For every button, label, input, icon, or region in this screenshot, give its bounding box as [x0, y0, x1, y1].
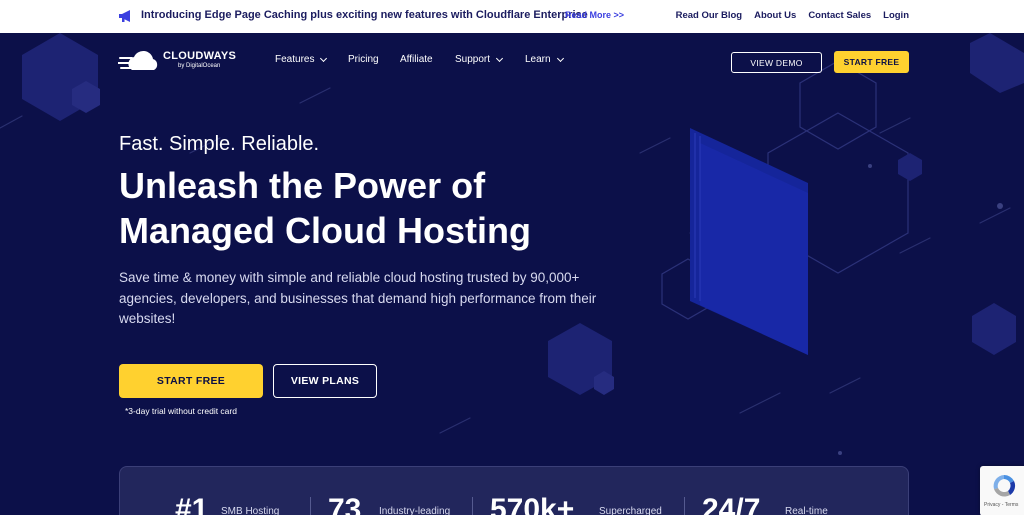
top-links: Read Our Blog About Us Contact Sales Log…: [676, 10, 909, 21]
contact-sales-link[interactable]: Contact Sales: [808, 10, 871, 21]
stat-label: Industry-leading: [379, 506, 451, 515]
start-free-button[interactable]: START FREE: [119, 364, 263, 398]
nav-learn-label: Learn: [525, 54, 551, 65]
stat-divider: [310, 497, 311, 515]
nav-affiliate-label: Affiliate: [400, 54, 433, 65]
brand-byline: by DigitalOcean: [178, 63, 221, 69]
nav-pricing[interactable]: Pricing: [348, 54, 400, 65]
chevron-down-icon: [495, 54, 504, 62]
stat-value: 73: [328, 493, 362, 515]
cloudways-logo[interactable]: CLOUDWAYS by DigitalOcean: [118, 48, 238, 74]
hero-headline: Unleash the Power of Managed Cloud Hosti…: [119, 163, 531, 253]
chevron-down-icon: [320, 54, 328, 62]
headline-line-1: Unleash the Power of: [119, 165, 486, 206]
start-free-nav-button[interactable]: START FREE: [834, 51, 909, 73]
nav-support-label: Support: [455, 54, 491, 65]
nav-features[interactable]: Features: [275, 54, 348, 65]
stat-label: SMB Hosting: [221, 506, 280, 515]
stat-divider: [472, 497, 473, 515]
recaptcha-badge[interactable]: Privacy - Terms: [980, 466, 1024, 515]
stats-card: #1 SMB Hosting 73 Industry-leading 570k+…: [119, 466, 909, 515]
read-our-blog-link[interactable]: Read Our Blog: [676, 10, 743, 21]
trial-note: *3-day trial without credit card: [125, 406, 237, 416]
stat-value: 570k+: [490, 493, 575, 515]
nav-learn[interactable]: Learn: [525, 54, 575, 65]
cloud-logo-icon: [118, 50, 158, 70]
hero-section: CLOUDWAYS by DigitalOcean Features Prici…: [0, 33, 1024, 515]
announcement-bar: Introducing Edge Page Caching plus excit…: [0, 0, 1024, 33]
stat-value: 24/7: [702, 493, 761, 515]
view-demo-button[interactable]: VIEW DEMO: [731, 52, 822, 73]
stat-label: Supercharged: [599, 506, 662, 515]
read-more-link[interactable]: Read More >>: [565, 10, 624, 20]
stat-label: Real-time: [785, 506, 828, 515]
hero-tagline: Fast. Simple. Reliable.: [119, 133, 320, 155]
recaptcha-text[interactable]: Privacy - Terms: [984, 502, 1018, 508]
nav-features-label: Features: [275, 54, 315, 65]
announcement-message: Introducing Edge Page Caching plus excit…: [141, 9, 588, 21]
nav-pricing-label: Pricing: [348, 54, 379, 65]
megaphone-icon: [119, 10, 130, 22]
headline-line-2: Managed Cloud Hosting: [119, 210, 531, 251]
nav-support[interactable]: Support: [455, 54, 525, 65]
login-link[interactable]: Login: [883, 10, 909, 21]
brand-name: CLOUDWAYS: [163, 50, 237, 62]
chevron-down-icon: [556, 54, 564, 62]
recaptcha-icon: [993, 474, 1016, 497]
main-nav: Features Pricing Affiliate Support Learn: [275, 54, 575, 65]
stat-divider: [684, 497, 685, 515]
hero-description: Save time & money with simple and reliab…: [119, 270, 597, 326]
about-us-link[interactable]: About Us: [754, 10, 796, 21]
nav-affiliate[interactable]: Affiliate: [400, 54, 455, 65]
view-plans-button[interactable]: VIEW PLANS: [273, 364, 377, 398]
stat-value: #1: [175, 493, 209, 515]
